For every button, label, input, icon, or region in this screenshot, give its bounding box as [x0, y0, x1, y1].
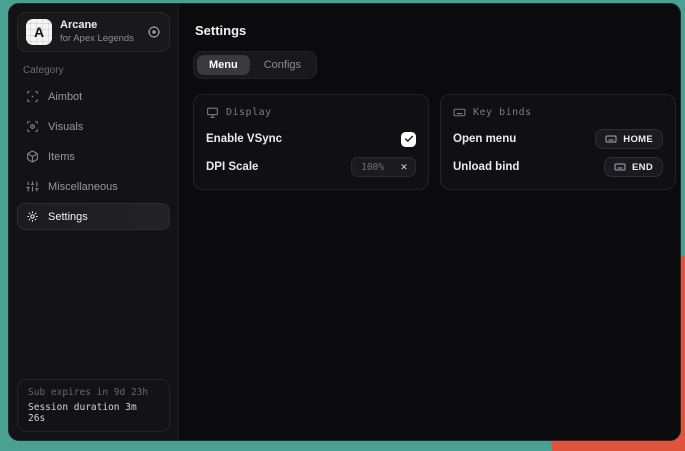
scope-icon[interactable]: [147, 25, 161, 39]
enable-vsync-checkbox[interactable]: [401, 132, 416, 147]
settings-cards: Display Enable VSync DPI Scale 100% ✕: [193, 94, 676, 190]
app-name: Arcane: [60, 19, 134, 33]
main-content: Settings Menu Configs Display Enable VSy…: [179, 4, 681, 440]
sidebar-item-label: Miscellaneous: [48, 181, 118, 193]
keybinds-card-title: Key binds: [473, 107, 532, 118]
sidebar-nav: Aimbot Visuals Items: [17, 83, 170, 230]
dpi-scale-label: DPI Scale: [206, 161, 258, 173]
keybinds-card: Key binds Open menu HOME Unload bin: [440, 94, 676, 190]
subscription-info-card: Sub expires in 9d 23h Session duration 3…: [17, 379, 170, 432]
brand-text: Arcane for Apex Legends: [60, 19, 134, 45]
open-menu-label: Open menu: [453, 133, 516, 145]
keyboard-icon: [605, 133, 617, 145]
unload-bind-label: Unload bind: [453, 161, 519, 173]
display-card: Display Enable VSync DPI Scale 100% ✕: [193, 94, 429, 190]
dpi-scale-clear-button[interactable]: ✕: [393, 158, 415, 176]
dpi-scale-row: DPI Scale 100% ✕: [206, 156, 416, 178]
sidebar-item-label: Items: [48, 151, 75, 163]
gear-icon: [26, 210, 39, 223]
dpi-scale-control: 100% ✕: [351, 157, 416, 177]
session-duration-text: Session duration 3m 26s: [28, 402, 159, 424]
sidebar-item-miscellaneous[interactable]: Miscellaneous: [17, 173, 170, 200]
tab-bar: Menu Configs: [193, 51, 317, 79]
checkmark-icon: [404, 134, 414, 144]
sidebar-item-items[interactable]: Items: [17, 143, 170, 170]
enable-vsync-label: Enable VSync: [206, 133, 282, 145]
scan-eye-icon: [26, 120, 39, 133]
sliders-icon: [26, 180, 39, 193]
sidebar-item-visuals[interactable]: Visuals: [17, 113, 170, 140]
open-menu-row: Open menu HOME: [453, 128, 663, 150]
crosshair-icon: [26, 90, 39, 103]
sub-expires-text: Sub expires in 9d 23h: [28, 387, 159, 398]
open-menu-bind-value: HOME: [623, 134, 653, 145]
unload-bind-button[interactable]: END: [604, 157, 663, 177]
tab-menu[interactable]: Menu: [197, 55, 250, 75]
app-subtitle: for Apex Legends: [60, 33, 134, 45]
sidebar-item-settings[interactable]: Settings: [17, 203, 170, 230]
sidebar: A Arcane for Apex Legends Category: [9, 4, 179, 440]
display-card-title: Display: [226, 107, 272, 118]
monitor-icon: [206, 106, 219, 119]
page-title: Settings: [195, 23, 676, 38]
open-menu-bind-button[interactable]: HOME: [595, 129, 663, 149]
unload-bind-row: Unload bind END: [453, 156, 663, 178]
app-window: A Arcane for Apex Legends Category: [8, 3, 681, 441]
sidebar-item-label: Settings: [48, 211, 88, 223]
keyboard-icon: [614, 161, 626, 173]
app-logo: A: [26, 19, 52, 45]
sidebar-item-aimbot[interactable]: Aimbot: [17, 83, 170, 110]
category-label: Category: [23, 65, 164, 76]
sidebar-item-label: Aimbot: [48, 91, 82, 103]
sidebar-item-label: Visuals: [48, 121, 83, 133]
keybinds-card-header: Key binds: [453, 106, 663, 119]
brand-card: A Arcane for Apex Legends: [17, 12, 170, 52]
display-card-header: Display: [206, 106, 416, 119]
tab-configs[interactable]: Configs: [252, 55, 313, 75]
keyboard-icon: [453, 106, 466, 119]
package-icon: [26, 150, 39, 163]
unload-bind-value: END: [632, 162, 653, 173]
enable-vsync-row: Enable VSync: [206, 128, 416, 150]
dpi-scale-input[interactable]: 100%: [352, 162, 393, 173]
